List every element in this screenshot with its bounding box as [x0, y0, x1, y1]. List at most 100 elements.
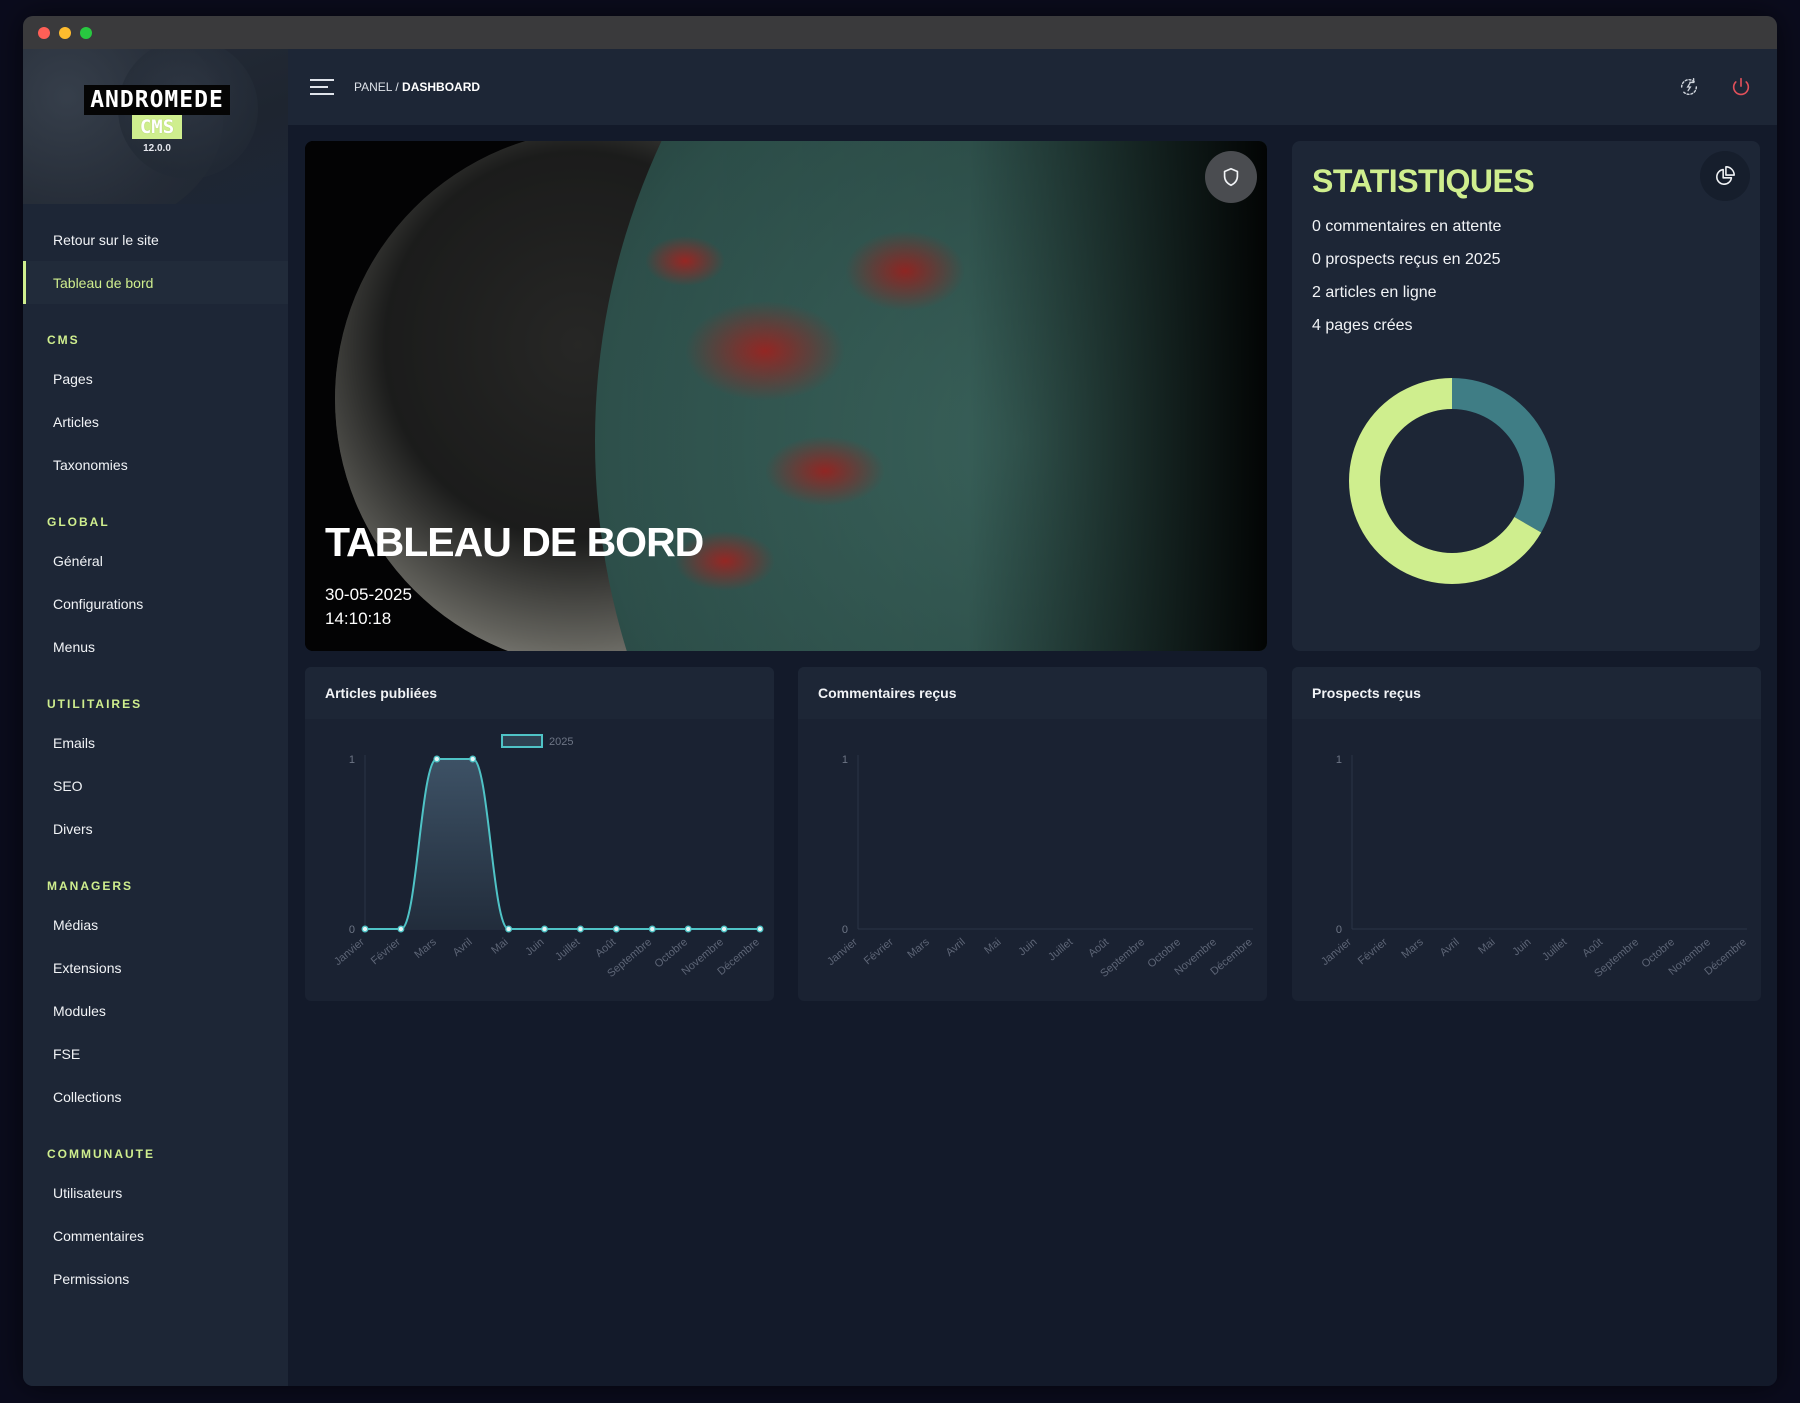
- main-area: PANEL / DASHBOARD TABLEAU DE BORD 30-05-…: [288, 49, 1777, 1386]
- breadcrumb-root[interactable]: PANEL: [354, 80, 392, 94]
- x-tick-label: Février: [862, 936, 896, 967]
- sidebar-section-utilitaires: UTILITAIRES: [47, 697, 143, 711]
- sidebar-item-utilisateurs[interactable]: Utilisateurs: [23, 1171, 288, 1214]
- x-tick-label: Mai: [489, 936, 510, 957]
- legend-swatch[interactable]: [501, 734, 543, 748]
- logo[interactable]: ANDROMEDE CMS 12.0.0: [79, 85, 235, 154]
- x-tick-label: Janvier: [825, 936, 860, 968]
- sidebar-section-cms: CMS: [47, 333, 80, 347]
- card-title: Articles publiées: [305, 667, 774, 719]
- data-point[interactable]: [541, 925, 548, 933]
- sidebar: ANDROMEDE CMS 12.0.0 Retour sur le site T…: [23, 49, 288, 1386]
- sidebar-item-retour-sur-le-site[interactable]: Retour sur le site: [23, 218, 288, 261]
- y-tick-label: 1: [349, 754, 355, 766]
- x-tick-label: Août: [1086, 936, 1111, 960]
- data-point[interactable]: [684, 925, 692, 933]
- stats-list: 0 commentaires en attente 0 prospects re…: [1312, 218, 1501, 350]
- topbar: PANEL / DASHBOARD: [288, 49, 1777, 125]
- stat-line: 4 pages crées: [1312, 317, 1413, 334]
- pie-chart-icon[interactable]: [1700, 151, 1750, 201]
- close-window-button[interactable]: [38, 26, 50, 39]
- articles-chart: 1 0Janvier Février Mars Avril Mai Juin Juillet A…: [332, 734, 764, 980]
- x-tick-label: Août: [593, 936, 618, 960]
- app-window: ANDROMEDE CMS 12.0.0 Retour sur le site T…: [23, 16, 1777, 1386]
- y-tick-label: 0: [349, 924, 355, 936]
- breadcrumb: PANEL / DASHBOARD: [354, 80, 480, 94]
- legend-label: 2025: [549, 736, 573, 748]
- sidebar-item-medias[interactable]: Médias: [23, 903, 288, 946]
- data-point[interactable]: [612, 925, 620, 933]
- hero-banner: TABLEAU DE BORD 30-05-2025 14:10:18: [305, 141, 1267, 651]
- data-point[interactable]: [469, 755, 477, 763]
- power-icon[interactable]: [1729, 75, 1753, 99]
- sidebar-item-fse[interactable]: FSE: [23, 1032, 288, 1075]
- articles-chart-card: Articles publiées 1 0 Janvier Février Mars Av…: [305, 667, 774, 1001]
- x-tick-label: Mars: [412, 936, 439, 961]
- data-point[interactable]: [648, 925, 656, 933]
- sidebar-item-configurations[interactable]: Configurations: [23, 582, 288, 625]
- data-point[interactable]: [720, 925, 728, 933]
- sidebar-section-global: GLOBAL: [47, 515, 110, 529]
- data-point[interactable]: [756, 925, 764, 933]
- data-point[interactable]: [505, 925, 513, 933]
- series-area: [365, 759, 760, 929]
- sidebar-item-taxonomies[interactable]: Taxonomies: [23, 443, 288, 486]
- x-tick-label: Juillet: [1540, 936, 1569, 963]
- x-tick-label: Janvier: [1319, 936, 1354, 968]
- x-tick-label: Février: [1356, 936, 1390, 967]
- sidebar-section-communaute: COMMUNAUTE: [47, 1147, 155, 1161]
- stat-line: 2 articles en ligne: [1312, 284, 1437, 301]
- donut-slice[interactable]: [1452, 378, 1555, 533]
- stats-panel: STATISTIQUES 0 commentaires en attente 0…: [1292, 141, 1760, 651]
- logo-product: CMS: [131, 115, 183, 139]
- sidebar-item-tableau-de-bord[interactable]: Tableau de bord: [23, 261, 288, 304]
- maximize-window-button[interactable]: [80, 26, 92, 39]
- sidebar-item-commentaires[interactable]: Commentaires: [23, 1214, 288, 1257]
- sidebar-item-menus[interactable]: Menus: [23, 625, 288, 668]
- sidebar-section-managers: MANAGERS: [47, 879, 134, 893]
- comments-chart-card: Commentaires reçus 1 0 Janvier Février Mars A…: [798, 667, 1267, 1001]
- sidebar-item-extensions[interactable]: Extensions: [23, 946, 288, 989]
- x-tick-label: Juin: [523, 936, 546, 958]
- shield-icon[interactable]: [1205, 151, 1257, 203]
- breadcrumb-separator: /: [392, 80, 403, 94]
- data-point[interactable]: [577, 925, 584, 933]
- x-tick-label: Avril: [1438, 936, 1462, 959]
- menu-icon[interactable]: [310, 79, 334, 95]
- x-tick-label: Mai: [982, 936, 1003, 957]
- card-title: Commentaires reçus: [798, 667, 1267, 719]
- x-tick-label: Avril: [451, 936, 475, 959]
- sidebar-item-divers[interactable]: Divers: [23, 807, 288, 850]
- prospects-chart: 1 0Janvier Février Mars Avril Mai Juin Juillet A…: [1319, 754, 1749, 980]
- x-tick-label: Mars: [905, 936, 932, 961]
- hero-title: TABLEAU DE BORD: [325, 519, 704, 565]
- y-tick-label: 1: [1336, 754, 1342, 766]
- planets-illustration: [305, 141, 1267, 651]
- stat-line: 0 commentaires en attente: [1312, 218, 1502, 235]
- refresh-icon[interactable]: [1677, 75, 1701, 99]
- data-point[interactable]: [361, 925, 369, 933]
- y-tick-label: 1: [842, 754, 848, 766]
- logo-name: ANDROMEDE: [84, 85, 230, 115]
- y-tick-label: 0: [842, 924, 848, 936]
- sidebar-item-emails[interactable]: Emails: [23, 721, 288, 764]
- sidebar-item-general[interactable]: Général: [23, 539, 288, 582]
- sidebar-nav: Retour sur le site Tableau de bord CMS Page…: [23, 204, 288, 1300]
- sidebar-item-modules[interactable]: Modules: [23, 989, 288, 1032]
- sidebar-item-collections[interactable]: Collections: [23, 1075, 288, 1118]
- sidebar-item-articles[interactable]: Articles: [23, 400, 288, 443]
- sidebar-item-seo[interactable]: SEO: [23, 764, 288, 807]
- hero-date: 30-05-2025: [325, 585, 412, 604]
- x-tick-label: Juin: [1016, 936, 1039, 958]
- data-point[interactable]: [433, 755, 441, 763]
- y-tick-label: 0: [1336, 924, 1342, 936]
- stats-title: STATISTIQUES: [1312, 163, 1535, 199]
- data-point[interactable]: [397, 925, 405, 933]
- hero-datetime: 30-05-2025 14:10:18: [325, 583, 412, 631]
- sidebar-item-pages[interactable]: Pages: [23, 357, 288, 400]
- sidebar-item-permissions[interactable]: Permissions: [23, 1257, 288, 1300]
- minimize-window-button[interactable]: [59, 26, 71, 39]
- hero-time: 14:10:18: [325, 609, 392, 628]
- card-title: Prospects reçus: [1292, 667, 1761, 719]
- x-tick-label: Juin: [1510, 936, 1533, 958]
